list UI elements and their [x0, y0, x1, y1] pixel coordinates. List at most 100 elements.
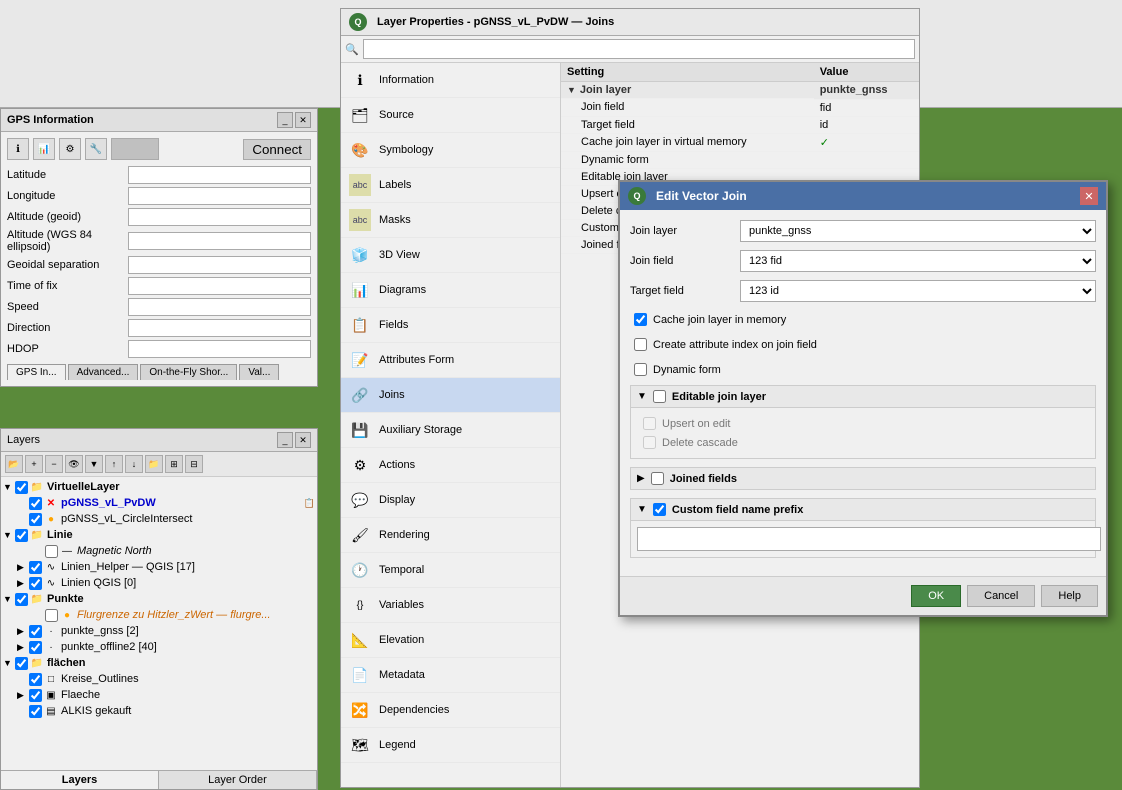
checkbox-linien-qgis[interactable]	[29, 577, 42, 590]
layer-item-pgnss-pvdw[interactable]: ✕ pGNSS_vL_PvDW 📋	[1, 495, 317, 511]
checkbox-pvdw[interactable]	[29, 497, 42, 510]
sidebar-item-elevation[interactable]: 📐 Elevation	[341, 623, 560, 658]
layers-tool-eye[interactable]: 👁	[65, 455, 83, 473]
dialog-close-button[interactable]: ✕	[1080, 187, 1098, 205]
layer-item-flurgrenze[interactable]: ● Flurgrenze zu Hitzler_zWert — flurgre.…	[1, 607, 317, 623]
sidebar-item-actions[interactable]: ⚙ Actions	[341, 448, 560, 483]
sidebar-item-metadata[interactable]: 📄 Metadata	[341, 658, 560, 693]
gps-settings-icon[interactable]: ⚙	[59, 138, 81, 160]
layers-tool-remove[interactable]: −	[45, 455, 63, 473]
expand-flaeche[interactable]: ▶	[17, 690, 27, 701]
dialog-editable-join-checkbox[interactable]	[653, 390, 666, 403]
gps-timeoffix-input[interactable]	[128, 277, 311, 295]
layer-group-linie[interactable]: ▼ 📁 Linie	[1, 527, 317, 543]
checkbox-flurgrenze[interactable]	[45, 609, 58, 622]
gps-tab-val[interactable]: Val...	[239, 364, 279, 380]
sidebar-item-diagrams[interactable]: 📊 Diagrams	[341, 273, 560, 308]
layer-group-virtuelle[interactable]: ▼ 📁 VirtuelleLayer	[1, 479, 317, 495]
layer-item-alkis[interactable]: ▤ ALKIS gekauft	[1, 703, 317, 719]
gps-panel-minimize[interactable]: _	[277, 112, 293, 128]
layer-item-punkte-gnss[interactable]: ▶ · punkte_gnss [2]	[1, 623, 317, 639]
gps-latitude-input[interactable]	[128, 166, 311, 184]
sidebar-item-source[interactable]: 🗂 Source	[341, 98, 560, 133]
sidebar-item-information[interactable]: ℹ Information	[341, 63, 560, 98]
layer-item-magnetic[interactable]: — Magnetic North	[1, 543, 317, 559]
expand-punkte[interactable]: ▼	[3, 594, 13, 604]
gps-panel-close[interactable]: ✕	[295, 112, 311, 128]
layer-item-circle[interactable]: ● pGNSS_vL_CircleIntersect	[1, 511, 317, 527]
expand-virtuelle[interactable]: ▼	[3, 482, 13, 492]
checkbox-punkte-offline[interactable]	[29, 641, 42, 654]
sidebar-item-auxiliary[interactable]: 💾 Auxiliary Storage	[341, 413, 560, 448]
sidebar-item-labels[interactable]: abc Labels	[341, 168, 560, 203]
tab-layers[interactable]: Layers	[1, 771, 159, 789]
gps-hdop-input[interactable]	[128, 340, 311, 358]
dialog-delete-cascade-checkbox[interactable]	[643, 436, 656, 449]
dialog-dynamic-form-checkbox[interactable]	[634, 363, 647, 376]
checkbox-linien-helper[interactable]	[29, 561, 42, 574]
sidebar-item-masks[interactable]: abc Masks	[341, 203, 560, 238]
layers-tool-add[interactable]: +	[25, 455, 43, 473]
layer-group-flachen[interactable]: ▼ 📁 flächen	[1, 655, 317, 671]
sidebar-item-display[interactable]: 💬 Display	[341, 483, 560, 518]
checkbox-circle[interactable]	[29, 513, 42, 526]
layer-item-linien-qgis[interactable]: ▶ ∿ Linien QGIS [0]	[1, 575, 317, 591]
gps-info-icon[interactable]: ℹ	[7, 138, 29, 160]
gps-speed-input[interactable]	[128, 298, 311, 316]
sidebar-item-joins[interactable]: 🔗 Joins	[341, 378, 560, 413]
tab-layer-order[interactable]: Layer Order	[159, 771, 317, 789]
checkbox-linie[interactable]	[15, 529, 28, 542]
dialog-join-layer-select[interactable]: punkte_gnss	[740, 220, 1096, 242]
layer-item-flaeche[interactable]: ▶ ▣ Flaeche	[1, 687, 317, 703]
layers-close[interactable]: ✕	[295, 432, 311, 448]
dialog-help-button[interactable]: Help	[1041, 585, 1098, 607]
layer-item-kreise[interactable]: □ Kreise_Outlines	[1, 671, 317, 687]
sidebar-item-symbology[interactable]: 🎨 Symbology	[341, 133, 560, 168]
dialog-cache-join-checkbox[interactable]	[634, 313, 647, 326]
custom-prefix-collapse-icon[interactable]: ▼	[637, 504, 647, 515]
dialog-joined-fields-checkbox[interactable]	[651, 472, 664, 485]
expand-linien-qgis[interactable]: ▶	[17, 578, 27, 589]
gps-longitude-input[interactable]	[128, 187, 311, 205]
checkbox-flachen[interactable]	[15, 657, 28, 670]
expand-linie[interactable]: ▼	[3, 530, 13, 540]
sidebar-item-temporal[interactable]: 🕐 Temporal	[341, 553, 560, 588]
sidebar-item-3dview[interactable]: 🧊 3D View	[341, 238, 560, 273]
gps-tab-gpsin[interactable]: GPS In...	[7, 364, 66, 380]
expand-flachen[interactable]: ▼	[3, 658, 13, 668]
checkbox-alkis[interactable]	[29, 705, 42, 718]
layers-tool-open[interactable]: 📂	[5, 455, 23, 473]
checkbox-kreise[interactable]	[29, 673, 42, 686]
checkbox-flaeche[interactable]	[29, 689, 42, 702]
expand-punkte-offline[interactable]: ▶	[17, 642, 27, 653]
dialog-custom-prefix-checkbox[interactable]	[653, 503, 666, 516]
dialog-target-field-select[interactable]: 123 id	[740, 280, 1096, 302]
sidebar-item-rendering[interactable]: 🖌 Rendering	[341, 518, 560, 553]
sidebar-item-attributes-form[interactable]: 📝 Attributes Form	[341, 343, 560, 378]
expand-join-layer[interactable]: ▼	[567, 85, 576, 95]
dialog-ok-button[interactable]: OK	[911, 585, 961, 607]
gps-connect-button[interactable]: Connect	[243, 139, 311, 160]
layers-tool-expand[interactable]: ⊞	[165, 455, 183, 473]
layers-minimize[interactable]: _	[277, 432, 293, 448]
layer-group-punkte[interactable]: ▼ 📁 Punkte	[1, 591, 317, 607]
layers-tool-filter[interactable]: ▼	[85, 455, 103, 473]
gps-altitude-wgs-input[interactable]	[128, 232, 311, 250]
joined-fields-expand-icon[interactable]: ▶	[637, 473, 645, 484]
layer-item-linien-helper[interactable]: ▶ ∿ Linien_Helper — QGIS [17]	[1, 559, 317, 575]
sidebar-item-dependencies[interactable]: 🔀 Dependencies	[341, 693, 560, 728]
gps-direction-input[interactable]	[128, 319, 311, 337]
checkbox-magnetic[interactable]	[45, 545, 58, 558]
gps-geoidal-input[interactable]	[128, 256, 311, 274]
layers-tool-collapse[interactable]: ⊟	[185, 455, 203, 473]
dialog-custom-prefix-input[interactable]	[637, 527, 1101, 551]
joins-search-input[interactable]	[363, 39, 915, 59]
dialog-cancel-button[interactable]: Cancel	[967, 585, 1035, 607]
layer-item-punkte-offline[interactable]: ▶ · punkte_offline2 [40]	[1, 639, 317, 655]
editable-join-collapse-icon[interactable]: ▼	[637, 391, 647, 402]
expand-linien-helper[interactable]: ▶	[17, 562, 27, 573]
gps-chart-icon[interactable]: 📊	[33, 138, 55, 160]
gps-tool-icon[interactable]: 🔧	[85, 138, 107, 160]
dialog-upsert-checkbox[interactable]	[643, 417, 656, 430]
sidebar-item-fields[interactable]: 📋 Fields	[341, 308, 560, 343]
